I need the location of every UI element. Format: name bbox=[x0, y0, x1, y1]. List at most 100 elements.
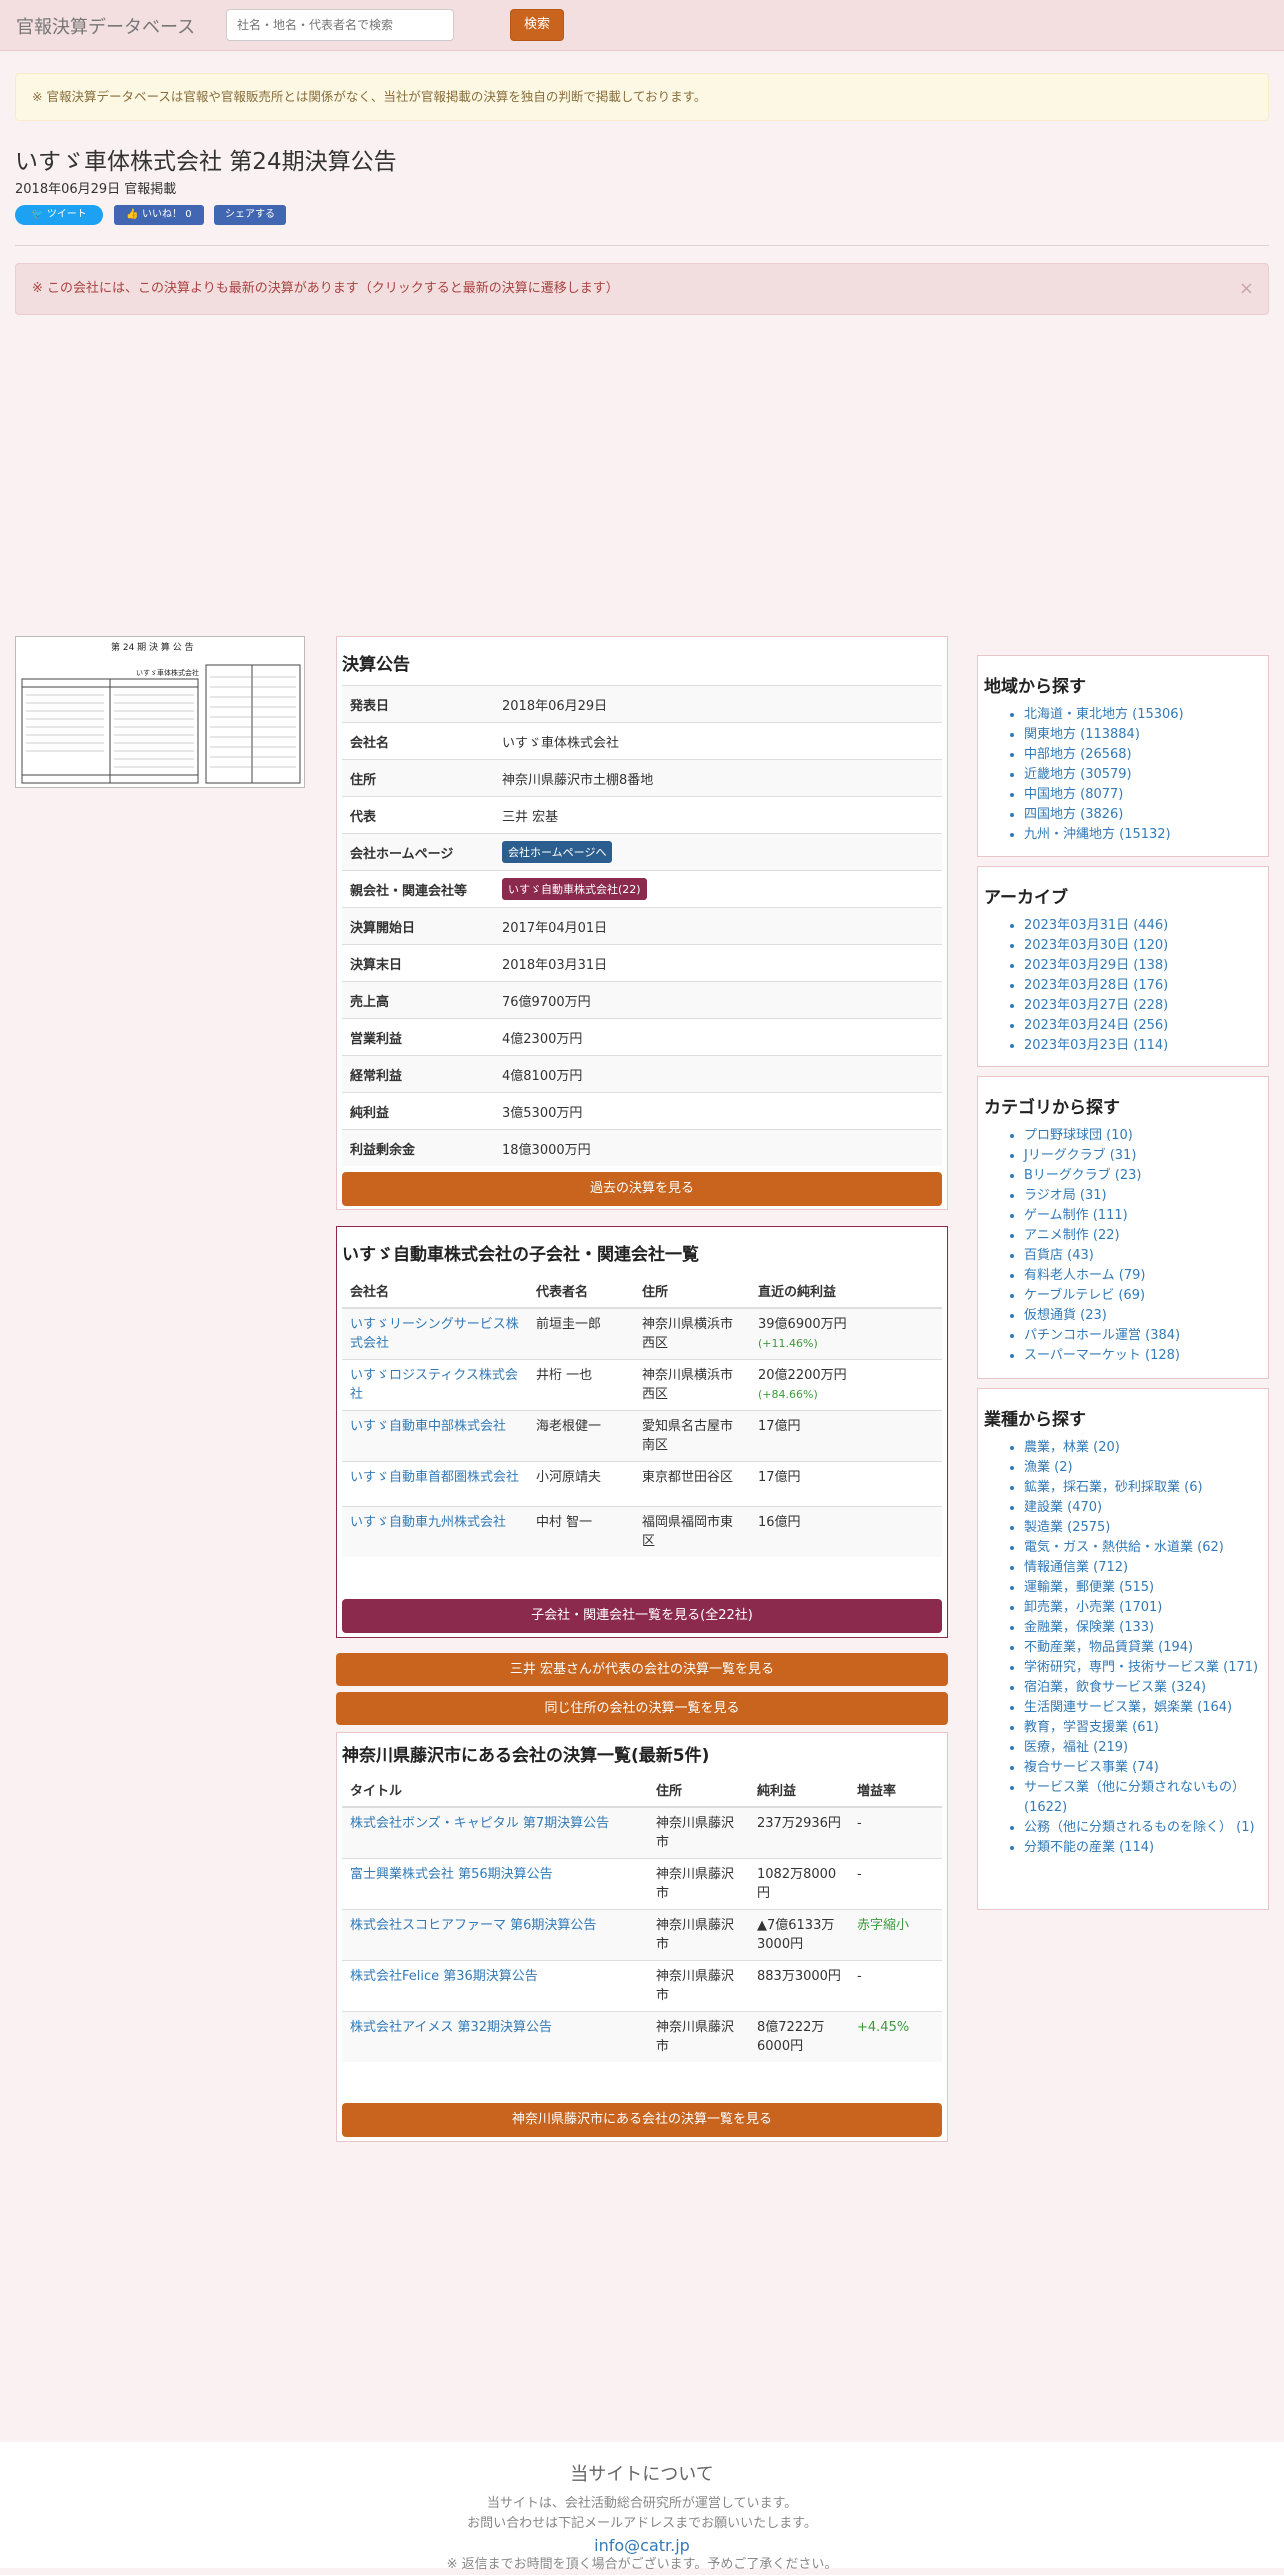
title-cell[interactable]: 富士興業株式会社 第56期決算公告 bbox=[342, 1858, 648, 1910]
sidebar-link[interactable]: 学術研究，専門・技術サービス業 (171) bbox=[1024, 1658, 1262, 1678]
all-subsidiaries-button[interactable]: 子会社・関連会社一覧を見る(全22社) bbox=[342, 1599, 942, 1633]
address: 福岡県福岡市東区 bbox=[634, 1506, 750, 1557]
sidebar-link[interactable]: サービス業（他に分類されないもの） (1622) bbox=[1024, 1778, 1262, 1818]
company-link[interactable]: いすゞ自動車九州株式会社 bbox=[342, 1506, 528, 1557]
sidebar-link[interactable]: 複合サービス事業 (74) bbox=[1024, 1758, 1262, 1778]
company-name[interactable]: いすゞ自動車首都圏株式会社 bbox=[350, 1470, 519, 1485]
sidebar-link[interactable]: 中国地方 (8077) bbox=[1024, 785, 1262, 805]
sidebar-link[interactable]: 宿泊業，飲食サービス業 (324) bbox=[1024, 1678, 1262, 1698]
kessan-title-link[interactable]: 株式会社Felice 第36期決算公告 bbox=[350, 1969, 538, 1984]
facebook-share-button[interactable]: シェアする bbox=[214, 205, 286, 225]
sidebar-link[interactable]: 情報通信業 (712) bbox=[1024, 1558, 1262, 1578]
growth-rate: +4.45% bbox=[849, 2011, 942, 2062]
sidebar-link[interactable]: プロ野球球団 (10) bbox=[1024, 1126, 1262, 1146]
kessan-row: 代表 三井 宏基 bbox=[342, 796, 942, 834]
sidebar-link[interactable]: 教育，学習支援業 (61) bbox=[1024, 1718, 1262, 1738]
search-input[interactable] bbox=[226, 9, 454, 41]
homepage-label[interactable]: 会社ホームページへ bbox=[502, 841, 613, 863]
sidebar-link[interactable]: Bリーグクラブ (23) bbox=[1024, 1166, 1262, 1186]
sidebar-link[interactable]: 医療，福祉 (219) bbox=[1024, 1738, 1262, 1758]
rep-kessan-button[interactable]: 三井 宏基さんが代表の会社の決算一覧を見る bbox=[336, 1653, 948, 1686]
sidebar-link[interactable]: 仮想通貨 (23) bbox=[1024, 1306, 1262, 1326]
parent-company-label[interactable]: いすゞ自動車株式会社(22) bbox=[502, 878, 647, 900]
col-title: タイトル bbox=[342, 1772, 648, 1808]
sidebar-link[interactable]: 漁業 (2) bbox=[1024, 1458, 1262, 1478]
sidebar-link[interactable]: Jリーグクラブ (31) bbox=[1024, 1146, 1262, 1166]
rep-name: 井桁 一也 bbox=[528, 1359, 634, 1411]
past-kessan-button[interactable]: 過去の決算を見る bbox=[342, 1172, 942, 1206]
title-cell[interactable]: 株式会社ボンズ・キャピタル 第7期決算公告 bbox=[342, 1806, 648, 1859]
sidebar-link[interactable]: 有料老人ホーム (79) bbox=[1024, 1266, 1262, 1286]
sidebar-link[interactable]: 北海道・東北地方 (15306) bbox=[1024, 705, 1262, 725]
sidebar-link[interactable]: 2023年03月24日 (256) bbox=[1024, 1016, 1262, 1036]
sidebar-link[interactable]: 四国地方 (3826) bbox=[1024, 805, 1262, 825]
tweet-button[interactable]: 🐦 ツイート bbox=[15, 205, 103, 225]
sidebar-link[interactable]: 2023年03月29日 (138) bbox=[1024, 956, 1262, 976]
page-subtitle: 2018年06月29日 官報掲載 bbox=[15, 182, 177, 197]
company-link[interactable]: いすゞ自動車首都圏株式会社 bbox=[342, 1461, 528, 1507]
company-name[interactable]: いすゞリーシングサービス株式会社 bbox=[350, 1317, 519, 1351]
sidebar-link[interactable]: 九州・沖縄地方 (15132) bbox=[1024, 825, 1262, 845]
sidebar-link[interactable]: 製造業 (2575) bbox=[1024, 1518, 1262, 1538]
company-link[interactable]: いすゞリーシングサービス株式会社 bbox=[342, 1307, 528, 1360]
footer-email-link[interactable]: info@catr.jp bbox=[0, 2536, 1284, 2555]
company-name[interactable]: いすゞ自動車九州株式会社 bbox=[350, 1515, 506, 1530]
sidebar-link[interactable]: 分類不能の産業 (114) bbox=[1024, 1838, 1262, 1858]
area-panel: 神奈川県藤沢市にある会社の決算一覧(最新5件) タイトル 住所 純利益 増益率 … bbox=[336, 1732, 948, 2142]
sidebar-link[interactable]: 卸売業，小売業 (1701) bbox=[1024, 1598, 1262, 1618]
kessan-key: 利益剰余金 bbox=[342, 1129, 494, 1166]
sidebar-link[interactable]: パチンコホール運営 (384) bbox=[1024, 1326, 1262, 1346]
brand-link[interactable]: 官報決算データベース bbox=[16, 13, 195, 39]
latest-kessan-alert[interactable]: ※ この会社には、この決算よりも最新の決算があります（クリックすると最新の決算に… bbox=[15, 263, 1269, 315]
sidebar-link[interactable]: 2023年03月31日 (446) bbox=[1024, 916, 1262, 936]
sidebar-link[interactable]: 公務（他に分類されるものを除く） (1) bbox=[1024, 1818, 1262, 1838]
sidebar-link[interactable]: ケーブルテレビ (69) bbox=[1024, 1286, 1262, 1306]
sidebar-link[interactable]: 関東地方 (113884) bbox=[1024, 725, 1262, 745]
sidebar-link[interactable]: 不動産業，物品賃貸業 (194) bbox=[1024, 1638, 1262, 1658]
kessan-title-link[interactable]: 富士興業株式会社 第56期決算公告 bbox=[350, 1867, 553, 1882]
search-button[interactable]: 検索 bbox=[510, 9, 564, 41]
facebook-like-button[interactable]: 👍 いいね！ 0 bbox=[114, 205, 204, 225]
sidebar-link[interactable]: 生活関連サービス業，娯楽業 (164) bbox=[1024, 1698, 1262, 1718]
kessan-title-link[interactable]: 株式会社ボンズ・キャピタル 第7期決算公告 bbox=[350, 1816, 609, 1831]
page-title: いすゞ車体株式会社 第24期決算公告 bbox=[15, 149, 397, 175]
sidebar-link[interactable]: ラジオ局 (31) bbox=[1024, 1186, 1262, 1206]
subsidiaries-panel: いすゞ自動車株式会社の子会社・関連会社一覧 会社名 代表者名 住所 直近の純利益… bbox=[336, 1226, 948, 1638]
table-row: いすゞリーシングサービス株式会社 前垣圭一郎 神奈川県横浜市西区 39億6900万円 (… bbox=[342, 1307, 942, 1360]
company-name[interactable]: いすゞロジスティクス株式会社 bbox=[350, 1368, 518, 1402]
sidebar-link[interactable]: 金融業，保険業 (133) bbox=[1024, 1618, 1262, 1638]
sidebar-link[interactable]: 2023年03月30日 (120) bbox=[1024, 936, 1262, 956]
sidebar-link[interactable]: 中部地方 (26568) bbox=[1024, 745, 1262, 765]
sidebar-link[interactable]: ゲーム制作 (111) bbox=[1024, 1206, 1262, 1226]
sidebar-link[interactable]: スーパーマーケット (128) bbox=[1024, 1346, 1262, 1366]
area-more-button[interactable]: 神奈川県藤沢市にある会社の決算一覧を見る bbox=[342, 2103, 942, 2137]
profit: 8億7222万6000円 bbox=[749, 2011, 849, 2062]
sidebar-link[interactable]: 2023年03月28日 (176) bbox=[1024, 976, 1262, 996]
sidebar-link[interactable]: 2023年03月23日 (114) bbox=[1024, 1036, 1262, 1056]
kessan-thumbnail[interactable]: 第 24 期 決 算 公 告 いすゞ車体株式会社 bbox=[15, 636, 305, 788]
close-icon[interactable]: × bbox=[1239, 264, 1254, 314]
same-address-button[interactable]: 同じ住所の会社の決算一覧を見る bbox=[336, 1692, 948, 1725]
address: 愛知県名古屋市南区 bbox=[634, 1410, 750, 1462]
kessan-title-link[interactable]: 株式会社アイメス 第32期決算公告 bbox=[350, 2020, 552, 2035]
sidebar-link[interactable]: 運輸業，郵便業 (515) bbox=[1024, 1578, 1262, 1598]
title-cell[interactable]: 株式会社アイメス 第32期決算公告 bbox=[342, 2011, 648, 2062]
industry-list: 農業，林業 (20)漁業 (2)鉱業，採石業，砂利採取業 (6)建設業 (470… bbox=[984, 1438, 1262, 1858]
sidebar-link[interactable]: 電気・ガス・熱供給・水道業 (62) bbox=[1024, 1538, 1262, 1558]
title-cell[interactable]: 株式会社Felice 第36期決算公告 bbox=[342, 1960, 648, 2012]
company-link[interactable]: いすゞロジスティクス株式会社 bbox=[342, 1359, 528, 1411]
sidebar-link[interactable]: アニメ制作 (22) bbox=[1024, 1226, 1262, 1246]
sidebar-link[interactable]: 建設業 (470) bbox=[1024, 1498, 1262, 1518]
kessan-title-link[interactable]: 株式会社スコヒアファーマ 第6期決算公告 bbox=[350, 1918, 596, 1933]
sidebar-link[interactable]: 近畿地方 (30579) bbox=[1024, 765, 1262, 785]
kessan-row: 売上高 76億9700万円 bbox=[342, 981, 942, 1019]
sidebar-link[interactable]: 2023年03月27日 (228) bbox=[1024, 996, 1262, 1016]
title-cell[interactable]: 株式会社スコヒアファーマ 第6期決算公告 bbox=[342, 1909, 648, 1961]
kessan-key: 会社ホームページ bbox=[342, 833, 494, 871]
company-name[interactable]: いすゞ自動車中部株式会社 bbox=[350, 1419, 506, 1434]
sidebar-link[interactable]: 農業，林業 (20) bbox=[1024, 1438, 1262, 1458]
table-row: いすゞ自動車中部株式会社 海老根健一 愛知県名古屋市南区 17億円 bbox=[342, 1410, 942, 1462]
company-link[interactable]: いすゞ自動車中部株式会社 bbox=[342, 1410, 528, 1462]
sidebar-link[interactable]: 百貨店 (43) bbox=[1024, 1246, 1262, 1266]
sidebar-link[interactable]: 鉱業，採石業，砂利採取業 (6) bbox=[1024, 1478, 1262, 1498]
